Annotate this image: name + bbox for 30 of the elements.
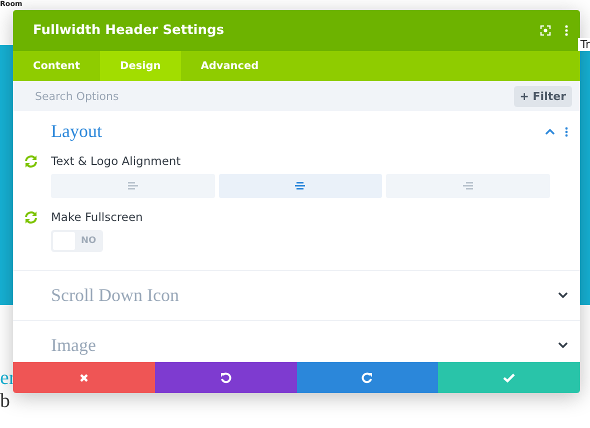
align-icon xyxy=(463,182,474,190)
sync-icon[interactable] xyxy=(24,155,38,168)
tab[interactable]: Design xyxy=(100,51,181,81)
option-label: Text & Logo Alignment xyxy=(51,154,182,168)
filter-button[interactable]: + Filter xyxy=(514,86,572,106)
more-options-icon[interactable] xyxy=(565,126,568,136)
tab[interactable]: Content xyxy=(13,51,100,81)
redo-icon xyxy=(361,372,374,384)
fullscreen-icon[interactable] xyxy=(540,25,551,36)
close-icon xyxy=(78,372,89,382)
expand-chevron-icon[interactable] xyxy=(558,292,568,299)
align-icon xyxy=(295,182,306,190)
expand-chevron-icon[interactable] xyxy=(558,342,568,349)
page-text: Tr xyxy=(578,38,590,51)
option-label: Make Fullscreen xyxy=(51,210,144,224)
check-icon xyxy=(503,372,516,382)
toggle-switch[interactable]: NO xyxy=(51,230,103,252)
more-options-icon[interactable] xyxy=(565,25,568,36)
align-icon xyxy=(128,182,138,190)
search-field[interactable]: Search Options xyxy=(13,81,514,111)
collapse-chevron-icon[interactable] xyxy=(545,128,555,135)
section-title[interactable]: Image xyxy=(51,335,548,356)
search-input[interactable]: Search Options xyxy=(33,88,514,104)
sync-icon[interactable] xyxy=(24,211,38,224)
page-text: b xyxy=(0,390,10,413)
section-title[interactable]: Scroll Down Icon xyxy=(51,285,548,306)
modal-title: Fullwidth Header Settings xyxy=(33,23,226,38)
tab[interactable]: Advanced xyxy=(180,51,279,81)
undo-icon xyxy=(220,372,232,384)
section-title[interactable]: Layout xyxy=(51,121,535,142)
